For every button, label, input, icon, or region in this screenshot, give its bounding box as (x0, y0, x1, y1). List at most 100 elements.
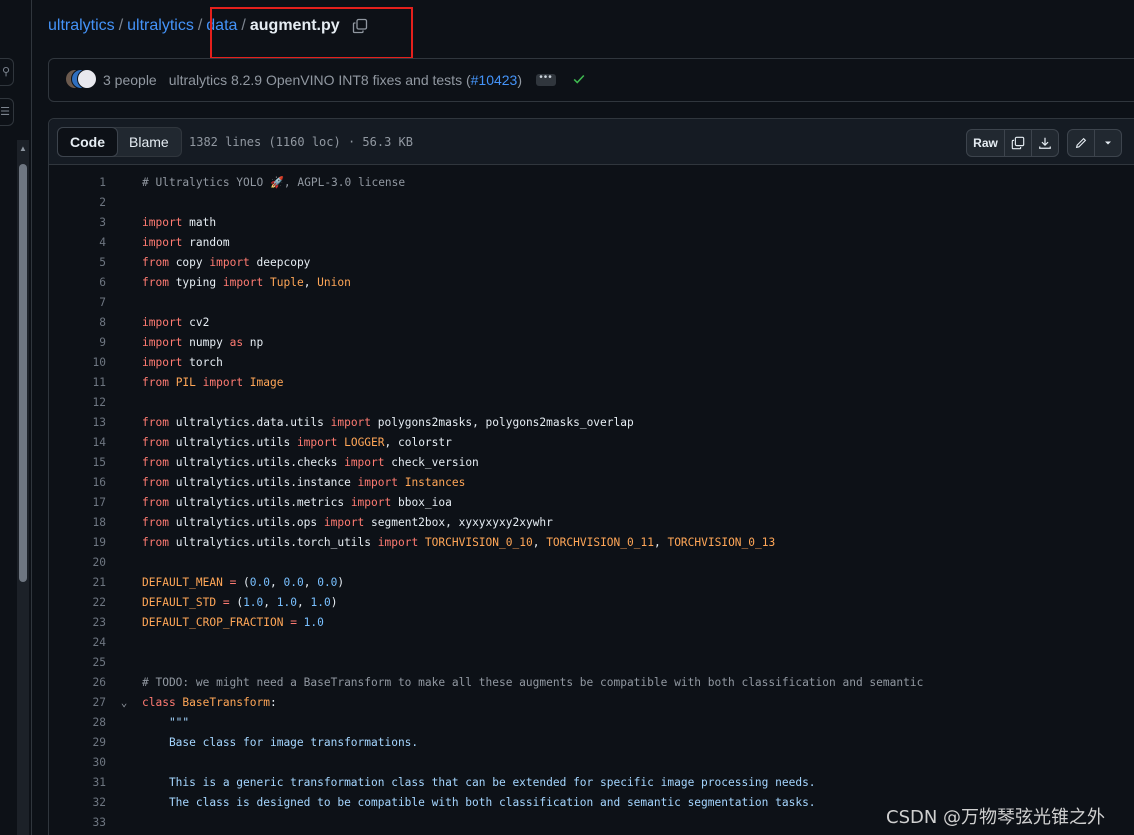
code-line[interactable]: 11 from PIL import Image (49, 373, 1134, 393)
line-number[interactable]: 6 (49, 273, 106, 293)
people-count[interactable]: 3 people (103, 72, 157, 88)
scrollbar[interactable]: ▲ (17, 140, 29, 835)
code-token: , (653, 536, 668, 549)
line-number[interactable]: 7 (49, 293, 106, 313)
code-token: import (209, 256, 250, 269)
tab-blame[interactable]: Blame (117, 128, 181, 156)
code-line[interactable]: 15 from ultralytics.utils.checks import c… (49, 453, 1134, 473)
line-number[interactable]: 12 (49, 393, 106, 413)
line-number[interactable]: 9 (49, 333, 106, 353)
code-line[interactable]: 29 Base class for image transformations. (49, 733, 1134, 753)
line-number[interactable]: 31 (49, 773, 106, 793)
tab-code[interactable]: Code (57, 127, 118, 157)
code-token: ultralytics.utils.torch_utils (168, 536, 378, 549)
code-line[interactable]: 30 (49, 753, 1134, 773)
raw-button[interactable]: Raw (967, 130, 1005, 156)
code-token: import (330, 416, 372, 429)
code-token: This is a generic transformation class t… (142, 776, 816, 789)
copy-raw-icon[interactable] (1005, 130, 1032, 156)
code-token: , (296, 596, 311, 609)
pull-request-link[interactable]: #10423 (471, 72, 518, 88)
commit-details-button[interactable]: ••• (536, 73, 557, 86)
code-token: import (357, 476, 398, 489)
code-line[interactable]: 20 (49, 553, 1134, 573)
line-number[interactable]: 17 (49, 493, 106, 513)
scrollbar-thumb[interactable] (19, 164, 27, 582)
code-line[interactable]: 18 from ultralytics.utils.ops import segm… (49, 513, 1134, 533)
line-number[interactable]: 22 (49, 593, 106, 613)
code-line[interactable]: 19 from ultralytics.utils.torch_utils imp… (49, 533, 1134, 553)
fold-chevron-icon[interactable]: ⌄ (106, 693, 142, 713)
line-number[interactable]: 23 (49, 613, 106, 633)
commit-message-text[interactable]: ultralytics 8.2.9 OpenVINO INT8 fixes an… (169, 72, 471, 88)
line-number[interactable]: 30 (49, 753, 106, 773)
code-line[interactable]: 14 from ultralytics.utils import LOGGER, … (49, 433, 1134, 453)
code-line[interactable]: 6 from typing import Tuple, Union (49, 273, 1134, 293)
code-line[interactable]: 21 DEFAULT_MEAN = (0.0, 0.0, 0.0) (49, 573, 1134, 593)
code-line[interactable]: 26 # TODO: we might need a BaseTransform … (49, 673, 1134, 693)
chevron-down-icon[interactable] (1095, 130, 1121, 156)
code-line[interactable]: 28 """ (49, 713, 1134, 733)
code-line[interactable]: 9 import numpy as np (49, 333, 1134, 353)
search-icon[interactable]: ⚲ (0, 58, 14, 86)
pencil-icon[interactable] (1068, 130, 1095, 156)
commit-message[interactable]: ultralytics 8.2.9 OpenVINO INT8 fixes an… (169, 72, 522, 88)
breadcrumb-link-ultralytics-package[interactable]: ultralytics (127, 17, 194, 35)
line-number[interactable]: 10 (49, 353, 106, 373)
line-number[interactable]: 1 (49, 173, 106, 193)
code-line[interactable]: 23 DEFAULT_CROP_FRACTION = 1.0 (49, 613, 1134, 633)
code-line[interactable]: 31 This is a generic transformation clas… (49, 773, 1134, 793)
download-icon[interactable] (1032, 130, 1058, 156)
scroll-up-icon[interactable]: ▲ (17, 144, 29, 154)
code-line[interactable]: 3 import math (49, 213, 1134, 233)
code-view[interactable]: 1 # Ultralytics YOLO 🚀, AGPL-3.0 license 2… (49, 173, 1134, 833)
code-line[interactable]: 10 import torch (49, 353, 1134, 373)
line-number[interactable]: 11 (49, 373, 106, 393)
line-number[interactable]: 26 (49, 673, 106, 693)
code-line[interactable]: 27 ⌄ class BaseTransform: (49, 693, 1134, 713)
line-number[interactable]: 21 (49, 573, 106, 593)
line-number[interactable]: 16 (49, 473, 106, 493)
contributors-avatars[interactable] (65, 69, 97, 91)
line-number[interactable]: 33 (49, 813, 106, 833)
line-number[interactable]: 20 (49, 553, 106, 573)
breadcrumb-link-ultralytics[interactable]: ultralytics (48, 17, 115, 35)
line-number[interactable]: 27 (49, 693, 106, 713)
line-number[interactable]: 14 (49, 433, 106, 453)
code-text: from typing import Tuple, Union (142, 273, 351, 293)
code-line[interactable]: 16 from ultralytics.utils.instance import… (49, 473, 1134, 493)
line-number[interactable]: 18 (49, 513, 106, 533)
line-number[interactable]: 2 (49, 193, 106, 213)
line-number[interactable]: 24 (49, 633, 106, 653)
line-number[interactable]: 15 (49, 453, 106, 473)
line-number[interactable]: 29 (49, 733, 106, 753)
line-number[interactable]: 25 (49, 653, 106, 673)
code-line[interactable]: 13 from ultralytics.data.utils import pol… (49, 413, 1134, 433)
code-line[interactable]: 7 (49, 293, 1134, 313)
code-line[interactable]: 25 (49, 653, 1134, 673)
code-text: from ultralytics.utils.metrics import bb… (142, 493, 452, 513)
code-token: from (142, 536, 169, 549)
line-number[interactable]: 13 (49, 413, 106, 433)
code-line[interactable]: 4 import random (49, 233, 1134, 253)
code-line[interactable]: 24 (49, 633, 1134, 653)
code-token: 0.0 (249, 576, 271, 589)
line-number[interactable]: 3 (49, 213, 106, 233)
line-number[interactable]: 32 (49, 793, 106, 813)
fold-gutter (106, 473, 142, 493)
code-line[interactable]: 12 (49, 393, 1134, 413)
line-number[interactable]: 4 (49, 233, 106, 253)
code-line[interactable]: 8 import cv2 (49, 313, 1134, 333)
menu-icon[interactable]: ☰ (0, 98, 14, 126)
code-line[interactable]: 22 DEFAULT_STD = (1.0, 1.0, 1.0) (49, 593, 1134, 613)
avatar[interactable] (77, 69, 97, 89)
line-number[interactable]: 19 (49, 533, 106, 553)
code-line[interactable]: 2 (49, 193, 1134, 213)
code-line[interactable]: 17 from ultralytics.utils.metrics import … (49, 493, 1134, 513)
line-number[interactable]: 28 (49, 713, 106, 733)
check-icon[interactable] (572, 72, 586, 89)
code-line[interactable]: 1 # Ultralytics YOLO 🚀, AGPL-3.0 license (49, 173, 1134, 193)
line-number[interactable]: 5 (49, 253, 106, 273)
code-line[interactable]: 5 from copy import deepcopy (49, 253, 1134, 273)
line-number[interactable]: 8 (49, 313, 106, 333)
